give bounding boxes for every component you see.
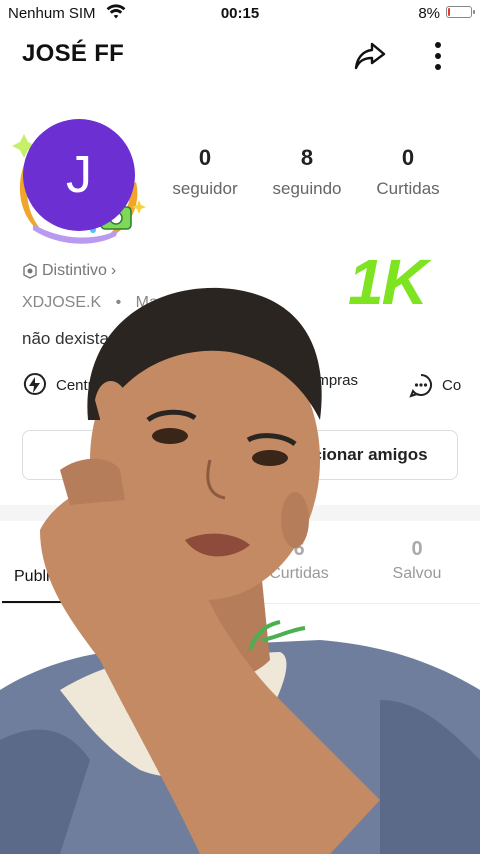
person-photo-overlay: [0, 287, 480, 854]
profile-screen: Nenhum SIM 00:15 8% JOSÉ FF J 0 seguidor…: [0, 0, 480, 854]
